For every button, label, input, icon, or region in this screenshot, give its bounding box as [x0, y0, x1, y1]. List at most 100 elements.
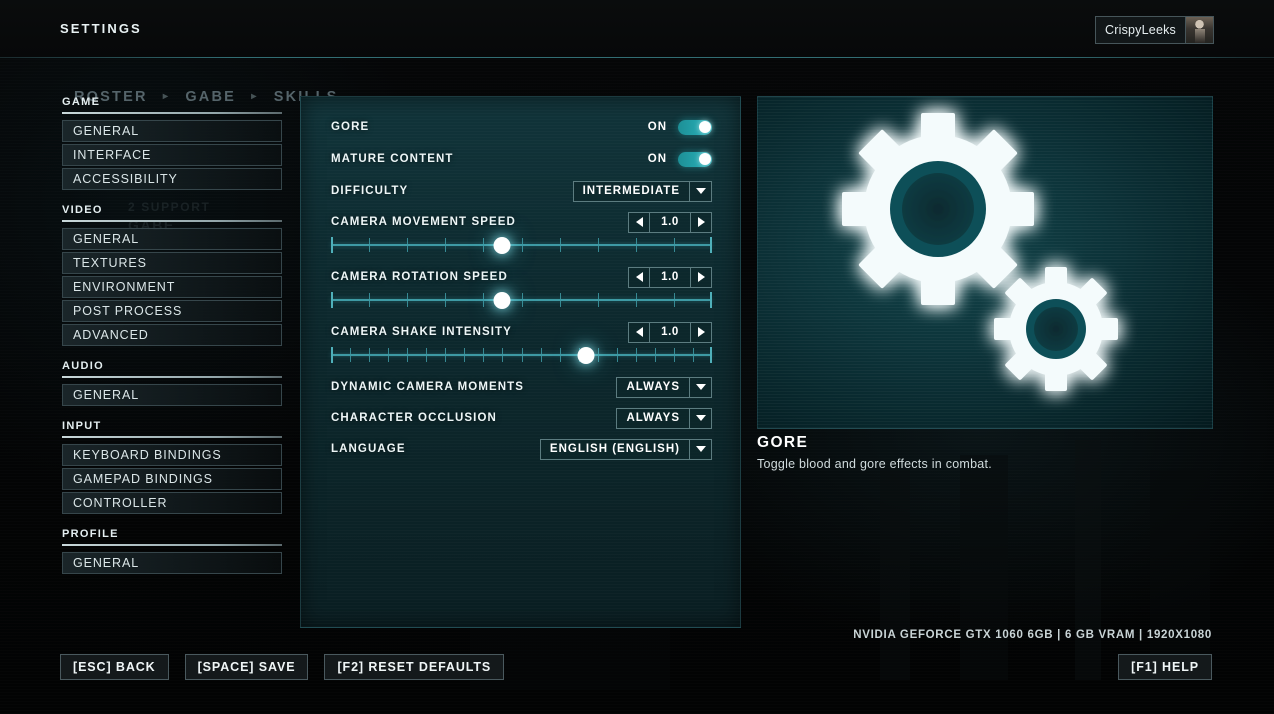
footer-buttons: [ESC] BACK [SPACE] SAVE [F2] RESET DEFAULT… — [60, 654, 505, 680]
chevron-down-icon[interactable] — [689, 181, 711, 201]
option-label-character-occlusion: CHARACTER OCCLUSION — [331, 412, 497, 424]
sidebar-group-divider — [62, 220, 282, 222]
avatar — [1185, 17, 1213, 43]
footer-button-f2-reset-defaults[interactable]: [F2] RESET DEFAULTS — [324, 654, 505, 680]
settings-screen: SETTINGS CrispyLeeks 2 SUPPORT GABE ROST… — [0, 0, 1274, 714]
stepper-increase-camera-rotation-speed[interactable] — [690, 266, 712, 288]
slider-handle-camera-rotation-speed[interactable] — [493, 291, 511, 309]
stepper-decrease-camera-rotation-speed[interactable] — [628, 266, 650, 288]
option-row-camera-movement-speed: CAMERA MOVEMENT SPEED 1.0 — [331, 211, 712, 233]
footer-button-space-save[interactable]: [SPACE] SAVE — [184, 654, 309, 680]
stepper-camera-shake-intensity: 1.0 — [628, 321, 712, 343]
option-control-mature-content: ON — [647, 151, 712, 167]
chevron-down-glyph — [695, 446, 706, 452]
slider-tick — [616, 348, 618, 362]
sidebar-item-input-keyboard-bindings[interactable]: KEYBOARD BINDINGS — [62, 444, 282, 466]
dropdown-language[interactable]: ENGLISH (ENGLISH) — [539, 438, 712, 460]
user-name: CrispyLeeks — [1105, 23, 1176, 37]
option-row-difficulty: DIFFICULTY INTERMEDIATE — [331, 180, 712, 202]
sidebar-group-title-video: VIDEO — [62, 204, 103, 216]
sidebar-item-video-advanced[interactable]: ADVANCED — [62, 324, 282, 346]
slider-tick — [483, 293, 485, 307]
option-control-dynamic-camera-moments: ALWAYS — [616, 376, 712, 398]
option-row-camera-rotation-speed: CAMERA ROTATION SPEED 1.0 — [331, 266, 712, 288]
chevron-down-icon[interactable] — [689, 439, 711, 459]
slider-tick — [350, 348, 352, 362]
option-label-language: LANGUAGE — [331, 443, 406, 455]
slider-cap-left — [331, 237, 333, 253]
slider-tick — [559, 348, 561, 362]
option-label-camera-shake-intensity: CAMERA SHAKE INTENSITY — [331, 326, 512, 338]
sidebar-item-input-controller[interactable]: CONTROLLER — [62, 492, 282, 514]
sidebar-group-title-game: GAME — [62, 96, 101, 108]
dropdown-character-occlusion[interactable]: ALWAYS — [616, 407, 712, 429]
slider-tick — [540, 348, 542, 362]
sidebar-group-divider — [62, 436, 282, 438]
option-label-camera-movement-speed: CAMERA MOVEMENT SPEED — [331, 216, 516, 228]
option-row-gore: GORE ON — [331, 116, 712, 138]
option-label-mature-content: MATURE CONTENT — [331, 153, 454, 165]
slider-tick — [673, 293, 675, 307]
sidebar-group-title-audio: AUDIO — [62, 360, 104, 372]
sidebar-item-profile-general[interactable]: GENERAL — [62, 552, 282, 574]
chevron-down-icon[interactable] — [689, 377, 711, 397]
sidebar-group-divider — [62, 376, 282, 378]
option-row-dynamic-camera-moments: DYNAMIC CAMERA MOMENTS ALWAYS — [331, 376, 712, 398]
slider-handle-camera-movement-speed[interactable] — [493, 236, 511, 254]
gears-icon — [842, 113, 1118, 391]
slider-tick — [673, 238, 675, 252]
slider-tick — [426, 348, 428, 362]
slider-tick — [445, 238, 447, 252]
toggle-switch-mature-content[interactable] — [678, 151, 712, 167]
sidebar-item-game-accessibility[interactable]: ACCESSIBILITY — [62, 168, 282, 190]
footer-button-esc-back[interactable]: [ESC] BACK — [60, 654, 169, 680]
slider-cap-left — [331, 292, 333, 308]
slider-tick — [464, 348, 466, 362]
help-button[interactable]: [F1] HELP — [1118, 654, 1212, 680]
stepper-increase-camera-shake-intensity[interactable] — [690, 321, 712, 343]
option-control-difficulty: INTERMEDIATE — [572, 180, 712, 202]
slider-tick — [673, 348, 675, 362]
sidebar-group-title-input: INPUT — [62, 420, 102, 432]
slider-camera-movement-speed[interactable] — [331, 236, 712, 254]
slider-camera-shake-intensity[interactable] — [331, 346, 712, 364]
sidebar-item-input-gamepad-bindings[interactable]: GAMEPAD BINDINGS — [62, 468, 282, 490]
dropdown-dynamic-camera-moments[interactable]: ALWAYS — [616, 376, 712, 398]
sidebar-item-video-post-process[interactable]: POST PROCESS — [62, 300, 282, 322]
stepper-value-camera-rotation-speed: 1.0 — [650, 266, 690, 288]
stepper-decrease-camera-shake-intensity[interactable] — [628, 321, 650, 343]
chevron-down-glyph — [695, 384, 706, 390]
arrow-right-icon — [697, 272, 705, 282]
slider-handle-camera-shake-intensity[interactable] — [577, 346, 595, 364]
slider-tick — [407, 293, 409, 307]
slider-camera-rotation-speed[interactable] — [331, 291, 712, 309]
arrow-left-icon — [635, 272, 643, 282]
sidebar-item-video-general[interactable]: GENERAL — [62, 228, 282, 250]
slider-tick — [635, 238, 637, 252]
toggle-switch-gore[interactable] — [678, 119, 712, 135]
chevron-down-icon[interactable] — [689, 408, 711, 428]
stepper-increase-camera-movement-speed[interactable] — [690, 211, 712, 233]
slider-cap-right — [710, 292, 712, 308]
option-control-language: ENGLISH (ENGLISH) — [539, 438, 712, 460]
option-label-dynamic-camera-moments: DYNAMIC CAMERA MOMENTS — [331, 381, 525, 393]
option-row-language: LANGUAGE ENGLISH (ENGLISH) — [331, 438, 712, 460]
dropdown-difficulty[interactable]: INTERMEDIATE — [572, 180, 712, 202]
sidebar-item-audio-general[interactable]: GENERAL — [62, 384, 282, 406]
option-label-difficulty: DIFFICULTY — [331, 185, 409, 197]
slider-tick — [559, 293, 561, 307]
sidebar-item-video-textures[interactable]: TEXTURES — [62, 252, 282, 274]
slider-tick — [445, 293, 447, 307]
sidebar-item-game-interface[interactable]: INTERFACE — [62, 144, 282, 166]
user-chip[interactable]: CrispyLeeks — [1095, 16, 1214, 44]
stepper-decrease-camera-movement-speed[interactable] — [628, 211, 650, 233]
settings-sidebar: GAME GENERAL INTERFACE ACCESSIBILITY VIDEO GE… — [62, 96, 282, 576]
arrow-left-icon — [635, 327, 643, 337]
slider-tick — [692, 348, 694, 362]
toggle-wrap-mature-content: ON — [647, 151, 712, 167]
toggle-state-mature-content: ON — [647, 153, 667, 165]
option-control-gore: ON — [648, 119, 712, 135]
sidebar-item-video-environment[interactable]: ENVIRONMENT — [62, 276, 282, 298]
option-control-camera-rotation-speed: 1.0 — [628, 266, 712, 288]
sidebar-item-game-general[interactable]: GENERAL — [62, 120, 282, 142]
